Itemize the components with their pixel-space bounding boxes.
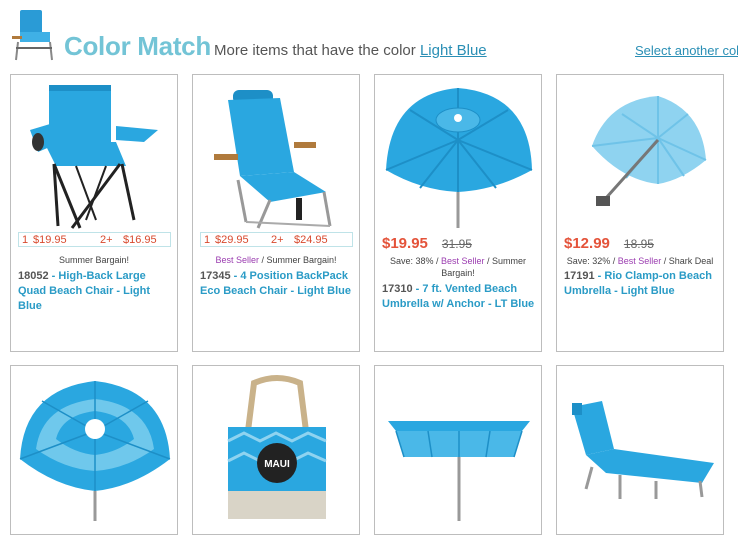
product-card[interactable]: 1 $29.95 2+ $24.95 Best Seller / Summer …	[192, 74, 360, 352]
maui-tote-bag-icon: MAUI	[227, 375, 327, 519]
square-umbrella-icon	[388, 421, 530, 521]
product-sku: 17310	[382, 283, 413, 295]
beach-chair-icon	[30, 85, 158, 229]
save-percent: Save: 32% /	[566, 256, 618, 266]
product-image[interactable]	[16, 371, 174, 521]
tier-2-qty: 2+	[100, 234, 113, 246]
product-card[interactable]: $12.99 18.95 Save: 32% / Best Seller / Sh…	[556, 74, 724, 352]
quantity-price-tiers: 1 $19.95 2+ $16.95	[18, 232, 171, 247]
best-seller-badge: Best Seller	[617, 256, 662, 266]
product-sku: 17345	[200, 270, 231, 282]
quantity-price-tiers: 1 $29.95 2+ $24.95	[200, 232, 353, 247]
product-tagline: Save: 32% / Best Seller / Shark Deal	[566, 256, 714, 266]
chaise-lounge-icon	[572, 401, 714, 499]
product-tagline: Best Seller / Summer Bargain!	[215, 255, 337, 265]
tier-1-qty: 1	[204, 234, 211, 246]
vented-umbrella-icon	[385, 88, 533, 228]
product-image[interactable]	[198, 80, 356, 230]
sale-price: $12.99	[564, 235, 610, 252]
product-name-link[interactable]: 17191 - Rio Clamp-on Beach Umbrella - Li…	[564, 269, 719, 299]
subtitle-text: More items that have the color	[214, 42, 416, 59]
price-row: $19.95 31.95	[382, 235, 541, 253]
product-card[interactable]: 1 $19.95 2+ $16.95 Summer Bargain! 18052…	[10, 74, 178, 352]
product-sku: 18052	[18, 270, 49, 282]
header: Color Match More items that have the col…	[0, 0, 738, 70]
page-title: Color Match	[64, 31, 211, 61]
tier-1-price: $29.95	[215, 234, 249, 246]
save-percent: Save: 38% /	[389, 256, 441, 266]
product-tagline: Summer Bargain!	[58, 255, 130, 265]
striped-umbrella-icon	[19, 381, 171, 521]
price-row: $12.99 18.95	[564, 235, 723, 253]
product-image[interactable]: MAUI	[198, 371, 356, 521]
product-image[interactable]	[380, 80, 538, 230]
product-card[interactable]	[374, 365, 542, 535]
tier-2-price: $24.95	[294, 234, 328, 246]
beach-chair-logo-icon	[12, 10, 53, 61]
backpack-beach-chair-icon	[214, 90, 332, 229]
product-card[interactable]: MAUI	[192, 365, 360, 535]
select-another-color-link[interactable]: Select another colo	[635, 43, 738, 58]
product-card[interactable]	[556, 365, 724, 535]
product-name-link[interactable]: 18052 - High-Back Large Quad Beach Chair…	[18, 269, 173, 314]
tier-1-qty: 1	[22, 234, 29, 246]
product-tagline: Save: 38% / Best Seller / Summer Bargain…	[389, 256, 527, 278]
best-seller-badge: Best Seller	[440, 256, 485, 266]
product-card[interactable]	[10, 365, 178, 535]
product-image[interactable]	[562, 371, 720, 521]
clamp-umbrella-icon	[591, 96, 707, 206]
product-name-link[interactable]: 17345 - 4 Position BackPack Eco Beach Ch…	[200, 269, 355, 299]
product-name-link[interactable]: 17310 - 7 ft. Vented Beach Umbrella w/ A…	[382, 282, 537, 312]
best-seller-badge: Best Seller	[215, 255, 259, 265]
product-image[interactable]	[380, 371, 538, 521]
product-card[interactable]: $19.95 31.95 Save: 38% / Best Seller / Su…	[374, 74, 542, 352]
tier-2-price: $16.95	[123, 234, 157, 246]
product-image[interactable]	[16, 80, 174, 230]
page-subtitle: More items that have the color Light Blu…	[214, 42, 487, 59]
product-sku: 17191	[564, 270, 595, 282]
product-image[interactable]	[562, 80, 720, 230]
tier-1-price: $19.95	[33, 234, 67, 246]
original-price: 18.95	[623, 237, 654, 251]
sale-price: $19.95	[382, 235, 428, 252]
color-link[interactable]: Light Blue	[420, 42, 487, 59]
bag-logo-text: MAUI	[264, 459, 290, 470]
original-price: 31.95	[441, 237, 472, 251]
tier-2-qty: 2+	[271, 234, 284, 246]
